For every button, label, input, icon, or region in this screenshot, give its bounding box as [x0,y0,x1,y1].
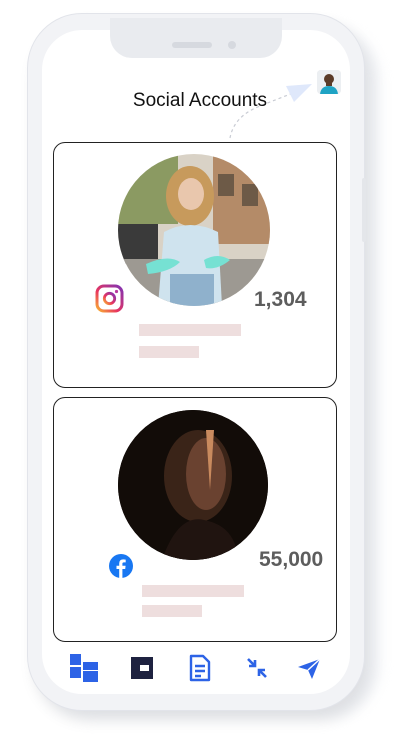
phone-camera [228,41,236,49]
avatar-image [317,70,341,94]
phone-notch [110,18,282,58]
nav-collapse-button[interactable] [243,654,271,682]
document-icon [189,654,211,682]
follower-count: 1,304 [254,288,307,311]
placeholder-bar [142,605,202,617]
placeholder-bar [139,324,241,336]
profile-photo [118,154,270,306]
facebook-icon[interactable] [109,554,133,578]
page-title: Social Accounts [132,90,268,111]
phone-speaker [172,42,212,48]
send-icon [298,658,321,679]
nav-send-button[interactable] [295,654,323,682]
avatar[interactable] [317,70,341,94]
nav-cards-button[interactable] [128,654,156,682]
phone-side-button [362,178,366,242]
placeholder-bar [139,346,199,358]
profile-photo [118,410,268,560]
dashboard-icon [70,654,98,682]
placeholder-bar [142,585,244,597]
account-card-facebook[interactable]: 55,000 [53,397,337,642]
instagram-icon[interactable] [95,284,124,313]
follower-count: 55,000 [259,548,324,571]
nav-documents-button[interactable] [186,654,214,682]
cards-icon [131,657,153,679]
stage: Social Accounts 1,304 55,000 [0,0,400,743]
account-card-instagram[interactable]: 1,304 [53,142,337,388]
nav-dashboard-button[interactable] [70,654,98,682]
collapse-arrows-icon [247,658,267,678]
